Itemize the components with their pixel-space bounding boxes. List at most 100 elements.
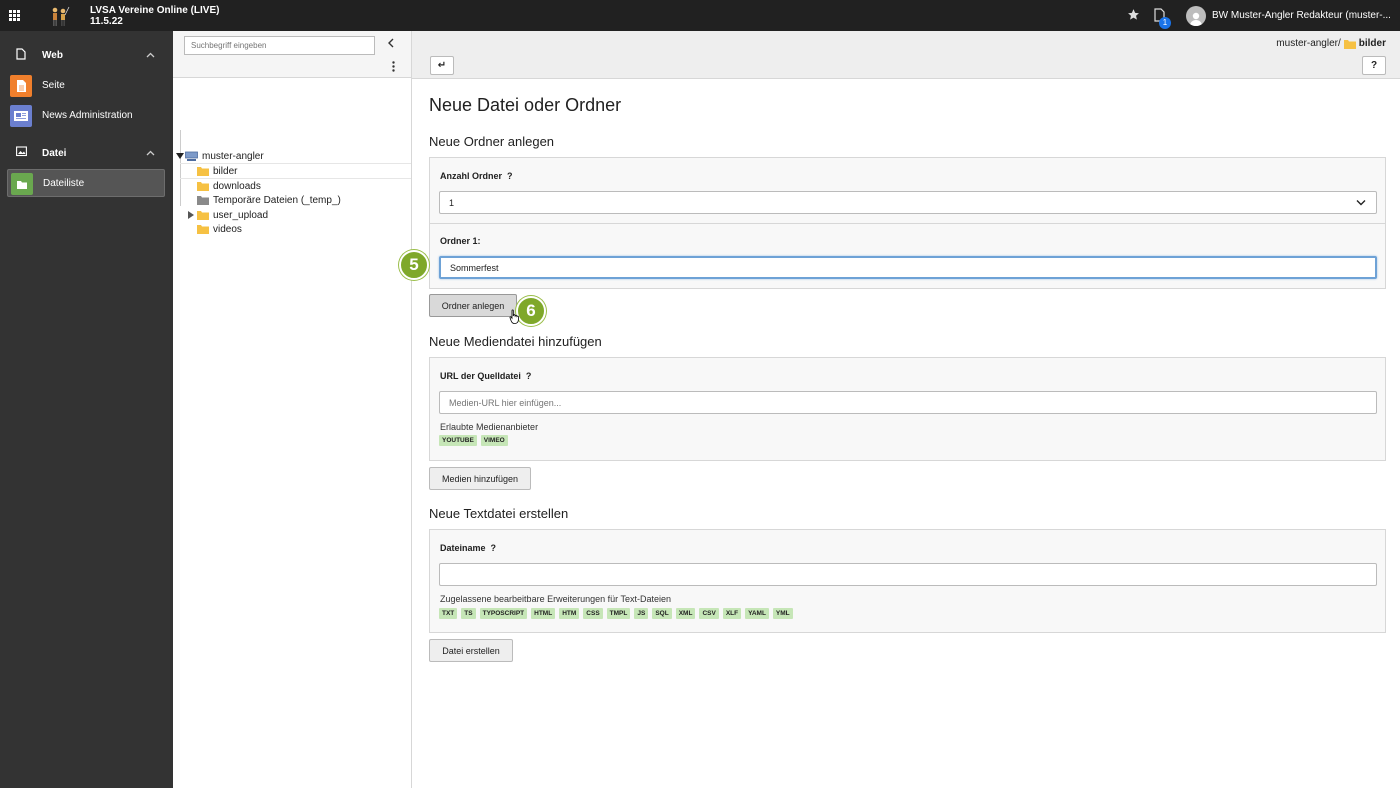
tree-node-downloads[interactable]: downloads (197, 179, 261, 193)
module-group-label: Web (42, 49, 63, 61)
section-heading-textfile: Neue Textdatei erstellen (429, 506, 569, 521)
page-icon (16, 48, 26, 63)
news-module-icon (10, 105, 32, 127)
extension-tag: YAML (745, 608, 769, 619)
user-avatar-icon[interactable] (1186, 5, 1206, 26)
docheader: muster-angler/ bilder ↵ ? (412, 31, 1400, 79)
extension-tag: CSV (699, 608, 719, 619)
folder-icon (197, 182, 209, 191)
site-title: LVSA Vereine Online (LIVE) (90, 5, 220, 16)
folder-count-value: 1 (449, 197, 455, 208)
module-group-web[interactable]: Web (0, 44, 173, 66)
opendocs-button[interactable]: 1 (1154, 7, 1171, 29)
add-media-button[interactable]: Medien hinzufügen (429, 467, 531, 490)
module-group-label: Datei (42, 147, 67, 159)
media-url-label: URL der Quelldatei ? (440, 371, 531, 381)
site-name: LVSA Vereine Online (LIVE) 11.5.22 (90, 5, 219, 27)
extensions-list: TXT TS TYPOSCRIPT HTML HTM CSS TMPL JS S… (439, 608, 797, 619)
media-providers-list: YOUTUBE VIMEO (439, 435, 512, 446)
tree-search-input[interactable] (184, 36, 375, 55)
page-title: Neue Datei oder Ordner (429, 95, 622, 115)
module-item-label: News Administration (42, 110, 133, 121)
user-menu-label[interactable]: BW Muster-Angler Redakteur (muster-... (1212, 10, 1400, 21)
module-group-datei[interactable]: Datei (0, 142, 173, 164)
panel-divider (430, 223, 1385, 224)
tree-node-user-upload[interactable]: user_upload (187, 208, 268, 222)
create-folder-button[interactable]: Ordner anlegen (429, 294, 517, 317)
folder-form-panel: Anzahl Ordner ? 1 Ordner 1: Sommerfest (429, 157, 1386, 289)
media-form-panel: URL der Quelldatei ? Erlaubte Medienanbi… (429, 357, 1386, 461)
extension-tag: YML (772, 608, 793, 619)
folder-name-input[interactable]: Sommerfest (439, 256, 1377, 279)
collapsed-triangle-icon[interactable] (187, 211, 194, 219)
temp-folder-icon (197, 196, 209, 205)
folder-icon (197, 167, 209, 176)
module-item-label: Dateiliste (43, 178, 85, 189)
folder-count-select[interactable]: 1 (439, 191, 1377, 214)
site-logo-icon[interactable] (48, 5, 70, 27)
folder-count-label: Anzahl Ordner ? (440, 171, 513, 181)
tree-node-bilder[interactable]: bilder (197, 164, 237, 178)
help-button[interactable]: ? (1362, 56, 1386, 75)
textfile-form-panel: Dateiname ? Zugelassene bearbeitbare Erw… (429, 529, 1386, 633)
folder-icon (1343, 39, 1356, 49)
page-module-icon (10, 75, 32, 97)
folder-count-label-text: Anzahl Ordner (440, 171, 503, 181)
module-item-dateiliste[interactable]: Dateiliste (7, 169, 165, 197)
extension-tag: TYPOSCRIPT (479, 608, 528, 619)
module-menu: Web Seite News Administration Datei Date… (0, 31, 173, 788)
module-item-news-administration[interactable]: News Administration (7, 102, 165, 130)
help-icon[interactable]: ? (526, 371, 532, 381)
filelist-module-icon (11, 173, 33, 195)
extension-tag: XLF (722, 608, 742, 619)
create-file-button[interactable]: Datei erstellen (429, 639, 513, 662)
tree-node-label: user_upload (213, 209, 269, 221)
tree-node-label: Temporäre Dateien (_temp_) (213, 194, 341, 206)
tree-node-label: bilder (213, 165, 238, 177)
tree-node-temp[interactable]: Temporäre Dateien (_temp_) (197, 193, 341, 207)
tree-root-label: muster-angler (202, 150, 264, 162)
back-button[interactable]: ↵ (430, 56, 454, 75)
tree-node-label: videos (213, 223, 242, 235)
collapse-tree-icon[interactable] (387, 38, 395, 51)
extension-tag: HTML (531, 608, 556, 619)
extension-tag: TMPL (606, 608, 631, 619)
extension-tag: HTM (559, 608, 580, 619)
opendocs-count-badge: 1 (1159, 16, 1171, 29)
folder-tree-panel (173, 31, 412, 788)
tree-node-label: downloads (213, 180, 261, 192)
site-version: 11.5.22 (90, 16, 123, 27)
help-icon[interactable]: ? (491, 543, 497, 553)
folder-name-label: Ordner 1: (440, 236, 481, 246)
tree-node-videos[interactable]: videos (197, 222, 242, 236)
provider-tag: YOUTUBE (439, 435, 477, 446)
expanded-triangle-icon (176, 153, 184, 159)
tree-options-icon[interactable] (392, 61, 395, 75)
module-item-label: Seite (42, 80, 65, 91)
image-icon (16, 146, 27, 160)
extension-tag: JS (634, 608, 649, 619)
tree-root-node[interactable]: muster-angler (176, 149, 264, 163)
module-item-seite[interactable]: Seite (7, 72, 165, 100)
app-grid-icon[interactable] (0, 0, 28, 31)
breadcrumb-current: bilder (1358, 38, 1386, 49)
filename-label: Dateiname ? (440, 543, 496, 553)
breadcrumb-parent[interactable]: muster-angler/ (1276, 38, 1340, 49)
help-icon[interactable]: ? (507, 171, 513, 181)
media-providers-label: Erlaubte Medienanbieter (440, 422, 539, 432)
storage-icon (185, 151, 198, 161)
step-badge-6: 6 (516, 296, 546, 326)
hand-cursor-icon (509, 309, 519, 324)
filename-input[interactable] (439, 563, 1377, 586)
media-url-label-text: URL der Quelldatei (440, 371, 521, 381)
folder-icon (197, 225, 209, 234)
tree-toolbar (173, 31, 411, 78)
folder-icon (197, 211, 209, 220)
extension-tag: CSS (583, 608, 603, 619)
breadcrumb: muster-angler/ bilder (1276, 38, 1386, 49)
media-url-input[interactable] (439, 391, 1377, 414)
section-heading-folder: Neue Ordner anlegen (429, 134, 555, 149)
chevron-up-icon (146, 147, 155, 159)
bookmark-star-icon[interactable] (1127, 8, 1140, 24)
folder-name-value: Sommerfest (450, 262, 499, 273)
